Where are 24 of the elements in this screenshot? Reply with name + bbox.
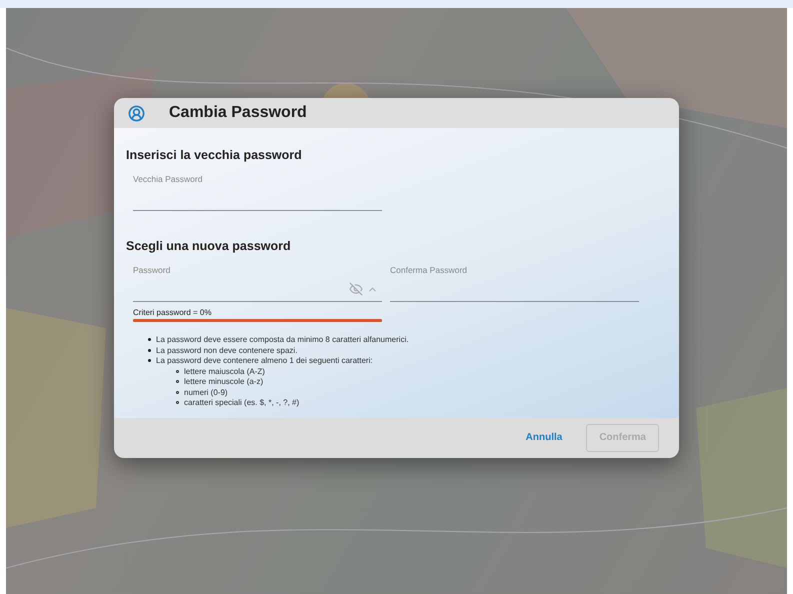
rule-text: lettere minuscole (a-z) <box>184 377 264 386</box>
cancel-button[interactable]: Annulla <box>514 424 574 452</box>
bullet-icon <box>148 359 151 362</box>
section-heading: Inserisci la vecchia password <box>126 148 303 162</box>
rule-text: La password deve contenere almeno 1 dei seguenti caratteri: <box>156 356 373 365</box>
password-field[interactable]: Password <box>133 265 382 302</box>
bullet-icon <box>148 348 151 352</box>
bullet-icon <box>148 338 151 341</box>
bullet-icon <box>176 390 179 394</box>
old-password-field[interactable]: Vecchia Password <box>133 174 382 212</box>
bullet-icon <box>176 401 179 404</box>
rule-text: La password non deve contenere spazi. <box>156 346 298 354</box>
user-icon <box>128 104 145 122</box>
confirm-password-field[interactable]: Conferma Password <box>390 265 639 302</box>
criteria-text: Criteri password = 0% <box>133 308 212 318</box>
dialog-title: Cambia Password <box>169 104 307 122</box>
section-heading: Scegli una nuova password <box>126 239 292 254</box>
rule-text: caratteri speciali (es. $, *, -, ?, #) <box>184 398 300 407</box>
rule-text: lettere maiuscola (A-Z) <box>184 366 265 376</box>
rule-text: La password deve essere composta da minimo 8 caratteri alfanumerici. <box>156 335 409 344</box>
eye-slash-icon[interactable] <box>349 282 363 296</box>
bullet-icon <box>176 380 179 383</box>
bullet-icon <box>176 370 179 372</box>
rule-text: numeri (0-9) <box>184 388 228 396</box>
